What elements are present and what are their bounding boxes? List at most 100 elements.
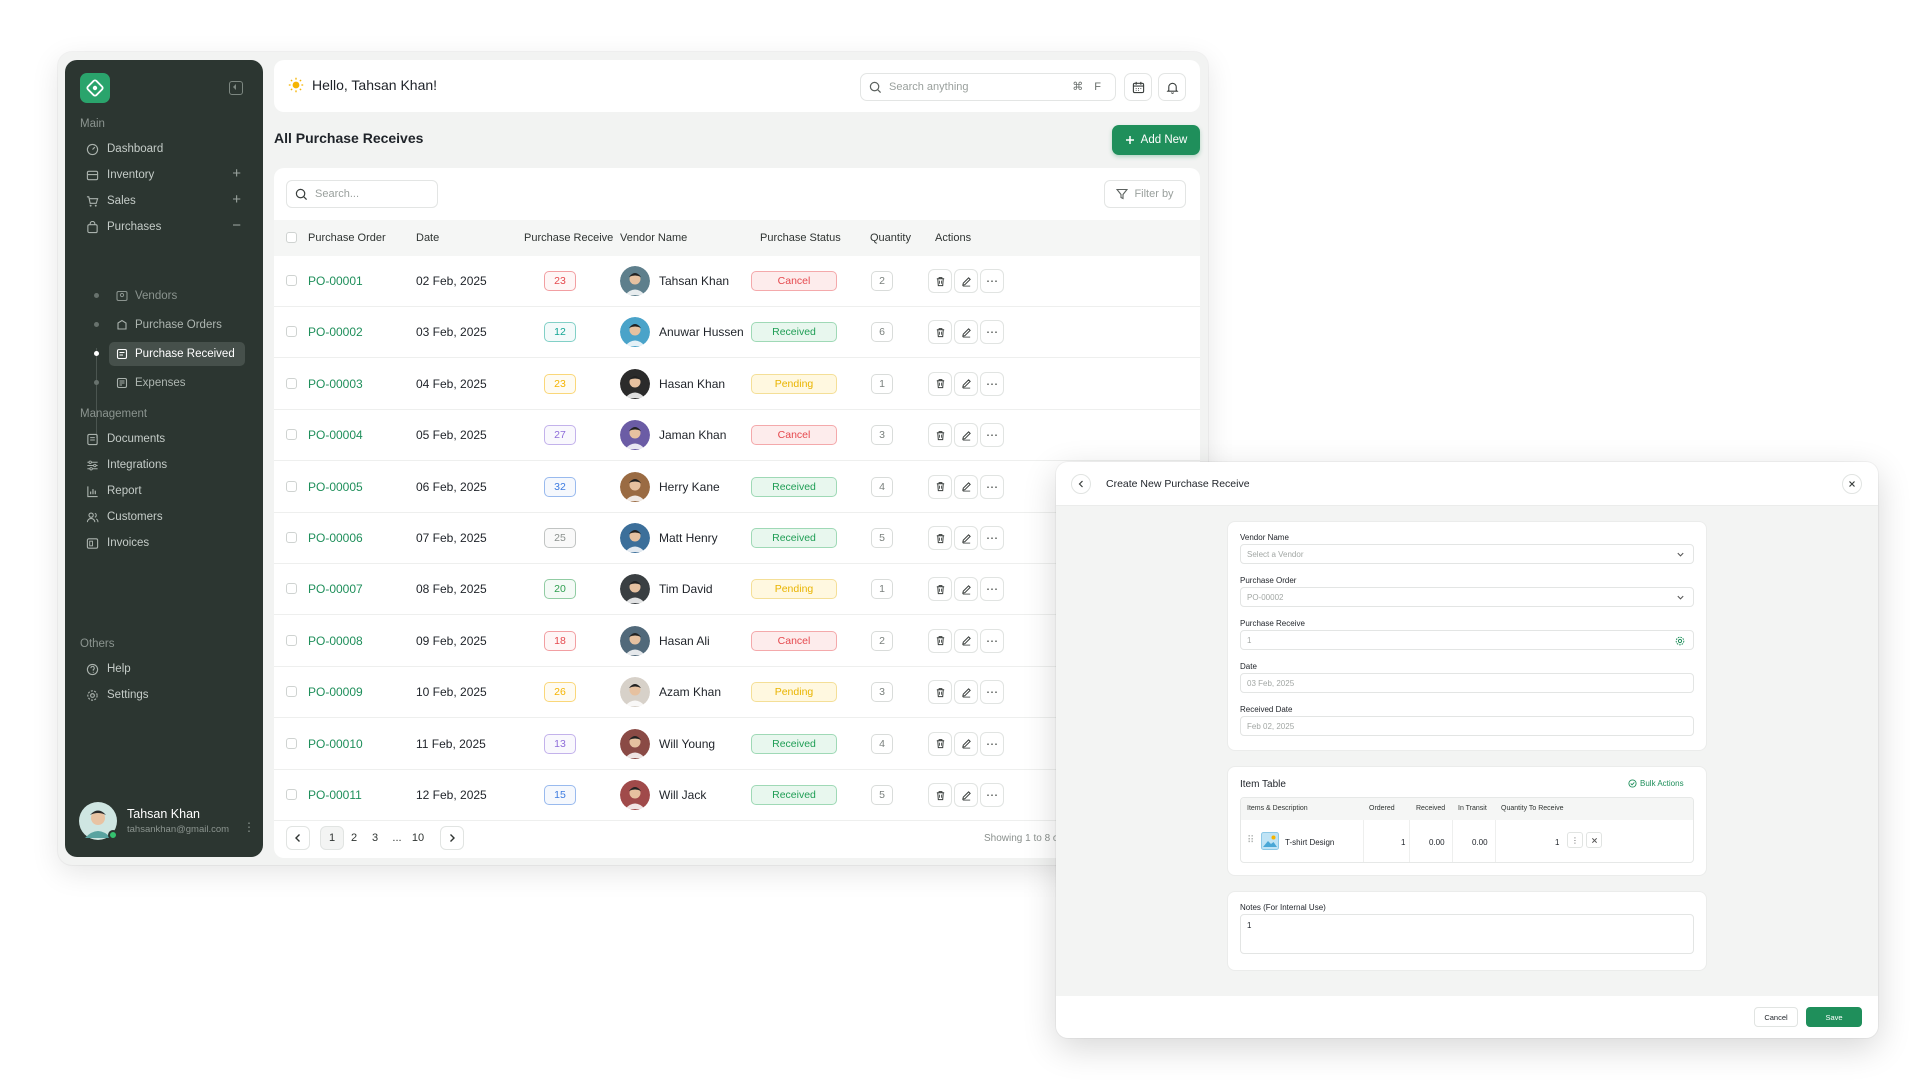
delete-button[interactable]: [928, 526, 952, 550]
notifications-button[interactable]: [1158, 73, 1186, 101]
page-button-1[interactable]: 1: [320, 826, 344, 850]
column-header-vendor-name[interactable]: Vendor Name: [620, 220, 687, 256]
row-checkbox[interactable]: [286, 532, 297, 543]
edit-button[interactable]: [954, 577, 978, 602]
row-checkbox[interactable]: [286, 634, 297, 646]
edit-button[interactable]: [954, 731, 978, 756]
edit-button[interactable]: [954, 526, 978, 550]
vendor-select[interactable]: Select a Vendor: [1240, 544, 1694, 564]
purchase-order-link[interactable]: PO-00007: [308, 564, 363, 614]
back-button[interactable]: [1071, 474, 1091, 494]
item-remove-button[interactable]: [1586, 832, 1602, 848]
received-date-input[interactable]: Feb 02, 2025: [1240, 716, 1694, 736]
column-header-purchase-receive[interactable]: Purchase Receive: [524, 220, 613, 256]
table-search-input[interactable]: Search...: [286, 180, 438, 208]
close-button[interactable]: [1842, 474, 1862, 494]
row-checkbox[interactable]: [286, 737, 297, 749]
more-horizontal-icon[interactable]: ⋯: [980, 783, 1004, 807]
save-button[interactable]: Save: [1806, 1007, 1862, 1027]
sidebar-item-vendors[interactable]: Vendors: [109, 284, 245, 308]
sidebar-item-purchases[interactable]: Purchases −: [73, 214, 255, 240]
drag-handle-icon[interactable]: ⠿: [1247, 835, 1254, 846]
more-horizontal-icon[interactable]: ⋯: [980, 577, 1004, 602]
edit-button[interactable]: [954, 474, 978, 499]
edit-button[interactable]: [954, 783, 978, 807]
delete-button[interactable]: [928, 320, 952, 345]
purchase-receive-input[interactable]: 1: [1240, 630, 1694, 650]
sidebar-item-report[interactable]: Report: [73, 478, 255, 504]
delete-button[interactable]: [928, 783, 952, 807]
table-row[interactable]: PO-00004 05 Feb, 2025 27 Jaman Khan Cancel 3 ⋯: [274, 410, 1200, 462]
page-button-10[interactable]: 10: [406, 826, 430, 850]
purchase-order-link[interactable]: PO-00008: [308, 616, 363, 666]
delete-button[interactable]: [928, 577, 952, 602]
sidebar-item-purchase-orders[interactable]: Purchase Orders: [109, 313, 245, 337]
purchase-order-link[interactable]: PO-00005: [308, 462, 363, 512]
page-button-3[interactable]: 3: [363, 826, 387, 850]
bulk-actions-button[interactable]: Bulk Actions: [1628, 779, 1684, 788]
edit-button[interactable]: [954, 371, 978, 396]
more-horizontal-icon[interactable]: ⋯: [980, 474, 1004, 499]
purchase-order-link[interactable]: PO-00004: [308, 410, 363, 460]
purchase-order-link[interactable]: PO-00001: [308, 256, 363, 306]
purchase-order-link[interactable]: PO-00002: [308, 307, 363, 357]
sidebar-item-inventory[interactable]: Inventory +: [73, 162, 255, 188]
table-row[interactable]: PO-00002 03 Feb, 2025 12 Anuwar Hussen Recei…: [274, 307, 1200, 359]
delete-button[interactable]: [928, 371, 952, 396]
select-all-checkbox[interactable]: [286, 232, 297, 243]
purchase-order-link[interactable]: PO-00010: [308, 719, 363, 769]
edit-button[interactable]: [954, 320, 978, 345]
prev-page-button[interactable]: [286, 826, 310, 850]
date-input[interactable]: 03 Feb, 2025: [1240, 673, 1694, 693]
sidebar-item-integrations[interactable]: Integrations: [73, 452, 255, 478]
sidebar-item-customers[interactable]: Customers: [73, 504, 255, 530]
gear-icon[interactable]: [1675, 636, 1685, 646]
edit-button[interactable]: [954, 423, 978, 448]
more-horizontal-icon[interactable]: ⋯: [980, 526, 1004, 550]
expand-icon[interactable]: +: [232, 166, 241, 181]
purchase-order-link[interactable]: PO-00011: [308, 770, 362, 820]
more-horizontal-icon[interactable]: ⋯: [980, 371, 1004, 396]
filter-button[interactable]: Filter by: [1104, 180, 1186, 208]
edit-button[interactable]: [954, 269, 978, 293]
sidebar-item-help[interactable]: Help: [73, 656, 255, 682]
sidebar-item-invoices[interactable]: Invoices: [73, 530, 255, 556]
collapse-icon[interactable]: −: [232, 218, 241, 233]
more-horizontal-icon[interactable]: ⋯: [980, 269, 1004, 293]
row-checkbox[interactable]: [286, 789, 297, 800]
item-more-icon[interactable]: ⋮: [1567, 832, 1583, 848]
delete-button[interactable]: [928, 628, 952, 653]
more-horizontal-icon[interactable]: ⋯: [980, 731, 1004, 756]
row-checkbox[interactable]: [286, 326, 297, 338]
sidebar-item-settings[interactable]: Settings: [73, 682, 255, 708]
row-checkbox[interactable]: [286, 686, 297, 698]
purchase-order-link[interactable]: PO-00009: [308, 667, 363, 717]
calendar-button[interactable]: [1124, 73, 1152, 101]
notes-textarea[interactable]: 1: [1240, 914, 1694, 954]
purchase-order-link[interactable]: PO-00006: [308, 513, 363, 563]
purchase-order-link[interactable]: PO-00003: [308, 359, 363, 409]
column-header-date[interactable]: Date: [416, 220, 439, 256]
delete-button[interactable]: [928, 474, 952, 499]
more-horizontal-icon[interactable]: ⋯: [980, 320, 1004, 345]
user-profile[interactable]: Tahsan Khan tahsankhan@gmail.com: [79, 802, 229, 840]
more-horizontal-icon[interactable]: ⋯: [980, 680, 1004, 705]
more-horizontal-icon[interactable]: ⋯: [980, 628, 1004, 653]
row-checkbox[interactable]: [286, 583, 297, 595]
table-row[interactable]: PO-00003 04 Feb, 2025 23 Hasan Khan Pending 1…: [274, 359, 1200, 410]
next-page-button[interactable]: [440, 826, 464, 850]
column-header-purchase-order[interactable]: Purchase Order: [308, 220, 386, 256]
row-checkbox[interactable]: [286, 275, 297, 286]
delete-button[interactable]: [928, 731, 952, 756]
app-logo[interactable]: [80, 73, 110, 103]
edit-button[interactable]: [954, 628, 978, 653]
sidebar-item-expenses[interactable]: Expenses: [109, 371, 245, 395]
purchase-order-select[interactable]: PO-00002: [1240, 587, 1694, 607]
sidebar-item-purchase-received[interactable]: Purchase Received: [109, 342, 245, 366]
more-horizontal-icon[interactable]: ⋯: [980, 423, 1004, 448]
more-vertical-icon[interactable]: ⋮: [243, 820, 255, 834]
item-received-input[interactable]: 0.00: [1429, 838, 1445, 847]
row-checkbox[interactable]: [286, 377, 297, 389]
table-row[interactable]: PO-00001 02 Feb, 2025 23 Tahsan Khan Cancel 2…: [274, 256, 1200, 307]
item-quantity-to-receive-input[interactable]: 1: [1555, 838, 1559, 847]
